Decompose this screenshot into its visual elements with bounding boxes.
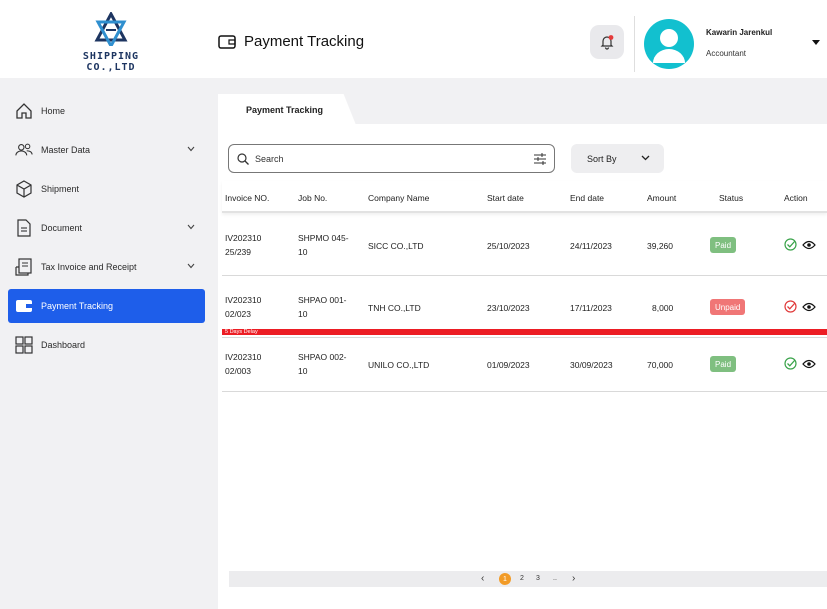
cell-invoice-no: IV202310 02/023 xyxy=(225,295,262,319)
avatar[interactable] xyxy=(644,19,694,69)
cell-end-date: 30/09/2023 xyxy=(570,360,613,370)
logo-mark-icon xyxy=(94,12,128,46)
tab-payment-tracking[interactable]: Payment Tracking xyxy=(218,94,356,125)
check-circle-icon[interactable] xyxy=(784,357,797,370)
cell-job-no: SHPAO 001-10 xyxy=(298,295,347,319)
pagination-page-2[interactable]: 2 xyxy=(520,575,524,582)
row-actions xyxy=(784,357,816,370)
delay-label: 5 Days Delay xyxy=(225,328,258,335)
check-circle-icon[interactable] xyxy=(784,300,797,313)
document-icon xyxy=(15,219,33,237)
cell-end-date: 24/11/2023 xyxy=(570,241,612,251)
user-role: Accountant xyxy=(706,49,747,58)
sidebar-item-master-data[interactable]: Master Data xyxy=(8,133,205,167)
delay-indicator-bar: 5 Days Delay xyxy=(222,329,827,335)
cell-start-date: 25/10/2023 xyxy=(487,241,530,251)
pagination-page-3[interactable]: 3 xyxy=(536,575,540,582)
sidebar-item-label: Document xyxy=(41,223,83,233)
page-title: Payment Tracking xyxy=(244,33,365,50)
cell-job-no: SHPMO 045-10 xyxy=(298,233,349,257)
dashboard-icon xyxy=(15,336,33,354)
table-row[interactable]: IV202310 02/003 SHPAO 002-10 UNILO CO.,L… xyxy=(222,336,827,392)
sidebar-item-tax-invoice[interactable]: Tax Invoice and Receipt xyxy=(8,250,205,284)
chevron-down-icon xyxy=(187,224,195,230)
company-name: SHIPPING CO.,LTD xyxy=(82,51,140,73)
receipt-icon xyxy=(15,258,33,276)
company-logo[interactable]: SHIPPING CO.,LTD xyxy=(56,12,166,73)
filter-icon[interactable] xyxy=(533,152,547,166)
pagination-ellipsis: .. xyxy=(553,575,557,582)
sort-by-dropdown[interactable]: Sort By xyxy=(571,144,664,173)
sidebar-item-label: Master Data xyxy=(41,145,91,155)
table-row[interactable]: IV202310 25/239 SHPMO 045-10 SICC CO.,LT… xyxy=(222,214,827,276)
search-input[interactable] xyxy=(255,153,515,164)
col-action: Action xyxy=(784,193,808,203)
page-heading: Payment Tracking xyxy=(218,33,364,50)
chevron-down-icon xyxy=(641,155,650,161)
cell-amount: 39,260 xyxy=(647,241,673,251)
col-end-date[interactable]: End date xyxy=(570,193,604,203)
sidebar-item-label: Home xyxy=(41,106,66,116)
user-menu-caret-icon[interactable] xyxy=(812,40,820,45)
cell-company: UNILO CO.,LTD xyxy=(368,360,430,370)
cell-amount: 8,000 xyxy=(652,303,674,313)
col-job-no[interactable]: Job No. xyxy=(298,193,327,203)
header-divider xyxy=(634,16,635,72)
sidebar-item-label: Shipment xyxy=(41,184,80,194)
pagination-page-current[interactable]: 1 xyxy=(499,573,511,585)
cell-company: SICC CO.,LTD xyxy=(368,241,424,251)
sidebar-item-home[interactable]: Home xyxy=(8,94,205,128)
status-badge: Paid xyxy=(710,356,737,372)
sidebar-item-shipment[interactable]: Shipment xyxy=(8,172,205,206)
pagination: ‹ 1 2 3 .. › xyxy=(229,571,827,587)
eye-icon[interactable] xyxy=(802,302,816,312)
check-circle-icon[interactable] xyxy=(784,238,797,251)
wallet-icon xyxy=(15,297,33,315)
table-header: Invoice NO. Job No. Company Name Start d… xyxy=(222,181,827,213)
cell-invoice-no: IV202310 02/003 xyxy=(225,352,262,376)
search-icon xyxy=(237,152,249,165)
chevron-down-icon xyxy=(187,146,195,152)
status-badge: Paid xyxy=(710,237,737,253)
box-icon xyxy=(15,180,33,198)
sidebar-item-label: Dashboard xyxy=(41,340,86,350)
eye-icon[interactable] xyxy=(802,359,816,369)
sidebar-item-label: Tax Invoice and Receipt xyxy=(41,262,137,272)
status-badge: Unpaid xyxy=(710,299,746,315)
cell-invoice-no: IV202310 25/239 xyxy=(225,233,262,257)
top-header: SHIPPING CO.,LTD Payment Tracking Kawari… xyxy=(0,0,827,78)
row-actions xyxy=(784,300,816,313)
cell-amount: 70,000 xyxy=(647,360,673,370)
col-company-name[interactable]: Company Name xyxy=(368,193,429,203)
cell-start-date: 23/10/2023 xyxy=(487,303,530,313)
sidebar-item-document[interactable]: Document xyxy=(8,211,205,245)
search-box[interactable] xyxy=(228,144,555,173)
notification-button[interactable] xyxy=(590,25,624,59)
cell-job-no: SHPAO 002-10 xyxy=(298,352,347,376)
col-status[interactable]: Status xyxy=(719,193,743,203)
cell-company: TNH CO.,LTD xyxy=(368,303,421,313)
row-actions xyxy=(784,238,816,251)
user-name: Kawarin Jarenkul xyxy=(706,28,773,37)
sidebar-item-dashboard[interactable]: Dashboard xyxy=(8,328,205,362)
col-amount[interactable]: Amount xyxy=(647,193,676,203)
eye-icon[interactable] xyxy=(802,240,816,250)
col-start-date[interactable]: Start date xyxy=(487,193,524,203)
bell-icon xyxy=(600,35,614,50)
pagination-prev-button[interactable]: ‹ xyxy=(481,573,484,584)
users-icon xyxy=(15,141,33,159)
col-invoice-no[interactable]: Invoice NO. xyxy=(225,193,269,203)
home-icon xyxy=(15,102,33,120)
pagination-next-button[interactable]: › xyxy=(572,573,575,584)
sort-by-label: Sort By xyxy=(587,153,617,164)
sidebar-item-payment-tracking[interactable]: Payment Tracking xyxy=(8,289,205,323)
chevron-down-icon xyxy=(187,263,195,269)
wallet-icon xyxy=(218,34,236,49)
sidebar-item-label: Payment Tracking xyxy=(41,301,114,311)
cell-end-date: 17/11/2023 xyxy=(570,303,612,313)
cell-start-date: 01/09/2023 xyxy=(487,360,530,370)
user-avatar-icon xyxy=(653,29,685,63)
